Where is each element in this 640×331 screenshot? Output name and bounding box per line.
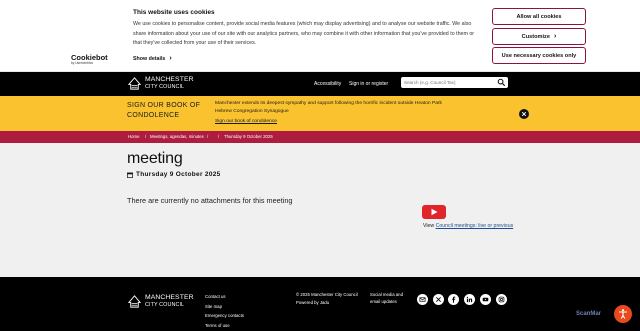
date-text: Thursday 9 October 2025 bbox=[136, 171, 221, 178]
search-icon[interactable] bbox=[497, 78, 506, 87]
footer-copyright: © 2025 Manchester City Council Powered b… bbox=[296, 291, 358, 306]
chevron-right-icon: › bbox=[169, 55, 172, 62]
instagram-icon[interactable] bbox=[496, 294, 507, 305]
breadcrumb: Home / Meetings, agendas, minutes / / Th… bbox=[0, 131, 640, 143]
accessibility-icon bbox=[619, 309, 627, 319]
copyright-text: © 2025 Manchester City Council bbox=[296, 292, 358, 297]
logo-line1: MANCHESTER bbox=[145, 75, 194, 83]
x-icon[interactable] bbox=[433, 294, 444, 305]
social-label: Social media and email updates bbox=[370, 292, 403, 304]
condolence-link[interactable]: Sign our book of condolence bbox=[215, 119, 277, 124]
allow-all-label: Allow all cookies bbox=[516, 13, 562, 20]
site-header: MANCHESTER CITY COUNCIL Accessibility Si… bbox=[0, 72, 640, 96]
main-content: meeting Thursday 9 October 2025 There ar… bbox=[0, 143, 640, 277]
breadcrumb-separator: / bbox=[218, 134, 220, 139]
site-logo[interactable]: MANCHESTER CITY COUNCIL bbox=[127, 76, 194, 91]
footer-link-emergency[interactable]: Emergency contacts bbox=[205, 311, 244, 321]
view-meetings-text: View Council meetings: live or previous bbox=[423, 223, 513, 229]
customize-label: Customize bbox=[521, 33, 550, 40]
breadcrumb-meetings[interactable]: Meetings, agendas, minutes bbox=[150, 134, 204, 139]
sign-in-link[interactable]: Sign in or register bbox=[349, 81, 388, 87]
footer-logo-line1: MANCHESTER bbox=[145, 293, 194, 301]
cookiebot-logo: Cookiebot bbox=[71, 53, 108, 62]
accessibility-button[interactable] bbox=[614, 305, 632, 323]
breadcrumb-separator: / bbox=[207, 134, 209, 139]
footer-link-contact[interactable]: Contact us bbox=[205, 292, 244, 302]
calendar-icon bbox=[127, 172, 133, 178]
necessary-label: Use necessary cookies only bbox=[501, 52, 577, 59]
breadcrumb-current: Thursday 9 October 2025 bbox=[224, 134, 273, 139]
cookie-banner: This website uses cookies We use cookies… bbox=[0, 0, 640, 72]
chevron-right-icon: › bbox=[553, 33, 557, 40]
breadcrumb-separator: / bbox=[145, 134, 147, 139]
breadcrumb-home[interactable]: Home bbox=[128, 134, 139, 139]
linkedin-icon[interactable] bbox=[464, 294, 475, 305]
footer-links: Contact us Site map Emergency contacts T… bbox=[205, 292, 244, 330]
youtube-icon[interactable] bbox=[422, 205, 446, 219]
view-prefix: View bbox=[423, 223, 435, 229]
page: This website uses cookies We use cookies… bbox=[0, 0, 640, 331]
crest-icon bbox=[127, 295, 142, 308]
crest-icon bbox=[127, 77, 142, 90]
powered-by-link[interactable]: Powered by Jadu bbox=[296, 299, 358, 307]
youtube-footer-icon[interactable] bbox=[480, 294, 491, 305]
search-box bbox=[401, 77, 508, 88]
footer-logo[interactable]: MANCHESTER CITY COUNCIL bbox=[127, 294, 194, 309]
accessibility-link[interactable]: Accessibility bbox=[314, 81, 341, 87]
close-icon[interactable] bbox=[519, 109, 529, 119]
meeting-date: Thursday 9 October 2025 bbox=[127, 171, 221, 178]
council-meetings-link[interactable]: Council meetings: live or previous bbox=[436, 223, 514, 229]
no-attachments-text: There are currently no attachments for t… bbox=[127, 196, 293, 205]
email-icon[interactable] bbox=[417, 294, 428, 305]
allow-all-cookies-button[interactable]: Allow all cookies bbox=[492, 8, 586, 25]
facebook-icon[interactable] bbox=[448, 294, 459, 305]
scanmarker-overlay[interactable]: ScanMar bbox=[576, 311, 601, 317]
footer-logo-line2: CITY COUNCIL bbox=[145, 301, 185, 308]
show-details-label: Show details bbox=[133, 56, 166, 62]
condolence-banner: SIGN OUR BOOK OF CONDOLENCE Manchester e… bbox=[0, 96, 640, 131]
cookiebot-sub: by Usercentrics bbox=[71, 61, 93, 65]
search-input[interactable] bbox=[404, 78, 496, 87]
page-title: meeting bbox=[127, 150, 183, 167]
condolence-text: Manchester extends its deepest sympathy … bbox=[215, 101, 442, 114]
condolence-title: SIGN OUR BOOK OF CONDOLENCE bbox=[127, 102, 201, 119]
customize-button[interactable]: Customize › bbox=[492, 28, 586, 45]
site-footer: MANCHESTER CITY COUNCIL Contact us Site … bbox=[0, 277, 640, 331]
logo-line2: CITY COUNCIL bbox=[145, 83, 185, 90]
footer-link-terms[interactable]: Terms of use bbox=[205, 321, 244, 331]
necessary-cookies-button[interactable]: Use necessary cookies only bbox=[492, 47, 586, 64]
footer-link-sitemap[interactable]: Site map bbox=[205, 302, 244, 312]
cookie-title: This website uses cookies bbox=[133, 9, 215, 16]
show-details-link[interactable]: Show details › bbox=[133, 55, 172, 62]
cookie-text: We use cookies to personalise content, p… bbox=[133, 21, 475, 47]
